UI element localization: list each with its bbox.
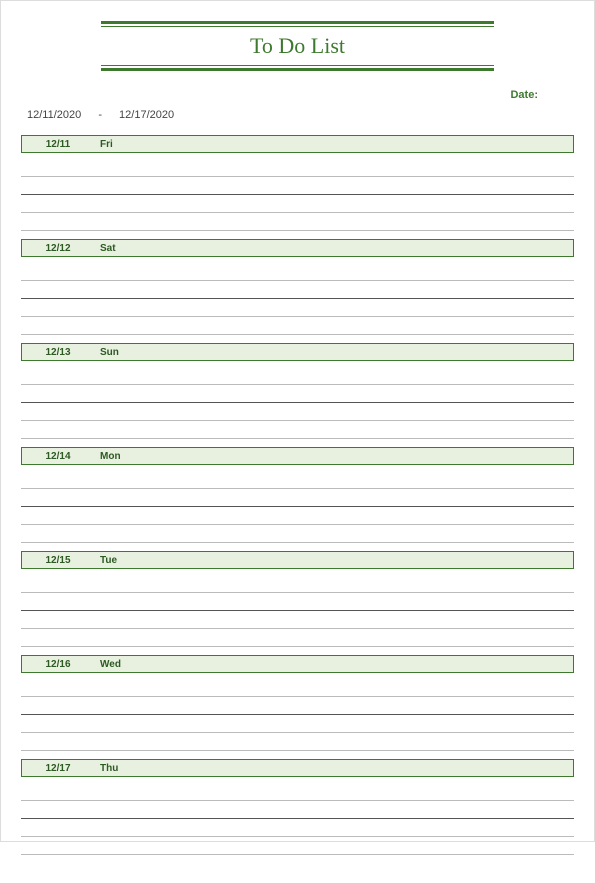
day-header: 12/13Sun <box>21 343 574 361</box>
day-block: 12/16Wed <box>21 655 574 751</box>
day-date: 12/13 <box>22 347 94 358</box>
task-line[interactable] <box>21 575 574 593</box>
task-line[interactable] <box>21 525 574 543</box>
task-line[interactable] <box>21 715 574 733</box>
day-block: 12/14Mon <box>21 447 574 543</box>
day-of-week: Tue <box>94 555 117 566</box>
task-lines <box>21 465 574 543</box>
task-line[interactable] <box>21 317 574 335</box>
task-line[interactable] <box>21 629 574 647</box>
task-line[interactable] <box>21 195 574 213</box>
task-lines <box>21 257 574 335</box>
task-line[interactable] <box>21 733 574 751</box>
range-separator: - <box>98 109 102 121</box>
task-lines <box>21 569 574 647</box>
day-block: 12/11Fri <box>21 135 574 231</box>
task-line[interactable] <box>21 471 574 489</box>
task-line[interactable] <box>21 819 574 837</box>
task-lines <box>21 153 574 231</box>
task-line[interactable] <box>21 697 574 715</box>
task-line[interactable] <box>21 403 574 421</box>
task-line[interactable] <box>21 385 574 403</box>
day-block: 12/15Tue <box>21 551 574 647</box>
task-line[interactable] <box>21 679 574 697</box>
day-header: 12/16Wed <box>21 655 574 673</box>
day-block: 12/13Sun <box>21 343 574 439</box>
date-row: Date: <box>21 85 574 103</box>
task-line[interactable] <box>21 281 574 299</box>
task-line[interactable] <box>21 593 574 611</box>
task-line[interactable] <box>21 801 574 819</box>
day-header: 12/12Sat <box>21 239 574 257</box>
day-header: 12/17Thu <box>21 759 574 777</box>
day-block: 12/17Thu <box>21 759 574 855</box>
task-line[interactable] <box>21 421 574 439</box>
range-start: 12/11/2020 <box>27 109 81 121</box>
date-range: 12/11/2020 - 12/17/2020 <box>21 109 574 121</box>
date-label: Date: <box>510 89 538 101</box>
task-lines <box>21 777 574 855</box>
day-date: 12/17 <box>22 763 94 774</box>
task-line[interactable] <box>21 367 574 385</box>
task-line[interactable] <box>21 507 574 525</box>
day-date: 12/11 <box>22 139 94 150</box>
task-line[interactable] <box>21 159 574 177</box>
day-date: 12/12 <box>22 243 94 254</box>
task-line[interactable] <box>21 263 574 281</box>
title-block: To Do List <box>101 21 494 71</box>
task-line[interactable] <box>21 611 574 629</box>
day-of-week: Mon <box>94 451 121 462</box>
task-line[interactable] <box>21 177 574 195</box>
day-of-week: Wed <box>94 659 121 670</box>
day-of-week: Thu <box>94 763 118 774</box>
day-date: 12/15 <box>22 555 94 566</box>
task-line[interactable] <box>21 837 574 855</box>
task-line[interactable] <box>21 213 574 231</box>
task-line[interactable] <box>21 783 574 801</box>
day-date: 12/14 <box>22 451 94 462</box>
day-of-week: Fri <box>94 139 113 150</box>
day-block: 12/12Sat <box>21 239 574 335</box>
day-header: 12/11Fri <box>21 135 574 153</box>
day-date: 12/16 <box>22 659 94 670</box>
task-lines <box>21 361 574 439</box>
range-end: 12/17/2020 <box>119 109 174 121</box>
task-lines <box>21 673 574 751</box>
task-line[interactable] <box>21 299 574 317</box>
day-of-week: Sat <box>94 243 116 254</box>
task-line[interactable] <box>21 489 574 507</box>
day-header: 12/15Tue <box>21 551 574 569</box>
day-of-week: Sun <box>94 347 119 358</box>
page-title: To Do List <box>101 31 494 61</box>
day-header: 12/14Mon <box>21 447 574 465</box>
